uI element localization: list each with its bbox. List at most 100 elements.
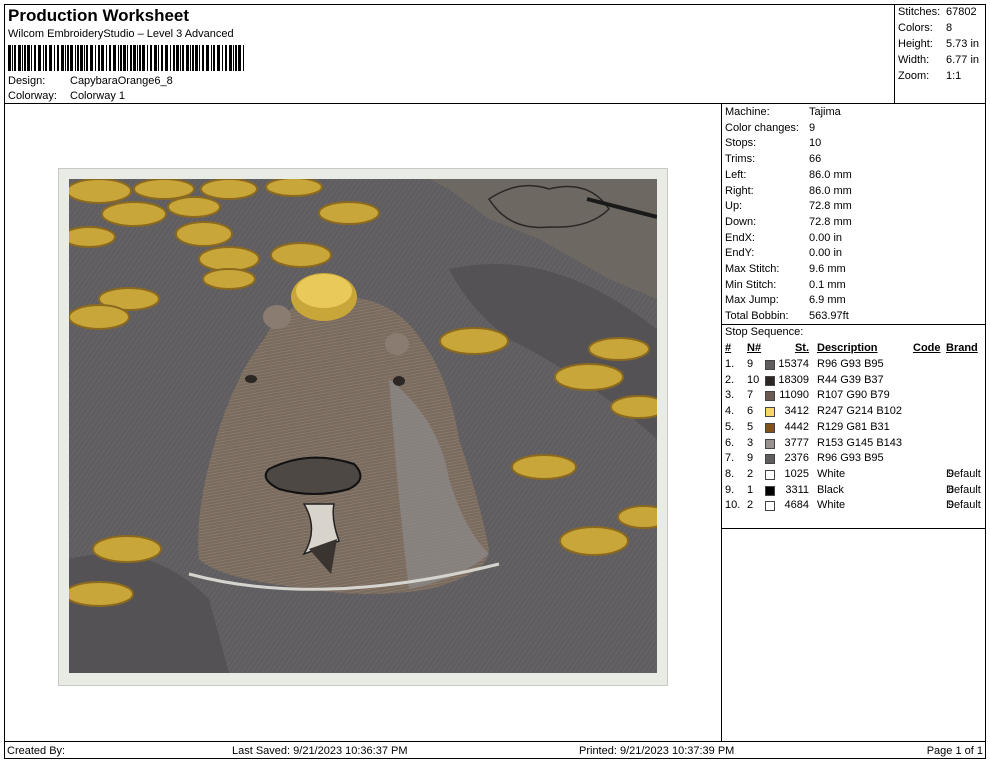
machine-info-label: Color changes: <box>725 121 799 134</box>
machine-info-row: Stops: 10 <box>725 137 821 149</box>
color-swatch <box>765 360 775 370</box>
design-value: CapybaraOrange6_8 <box>70 75 173 87</box>
machine-info-row: Min Stitch: 0.1 mm <box>725 279 846 291</box>
machine-info-row: Up: 72.8 mm <box>725 200 852 212</box>
stop-sequence-row: 2. 10 18309 R44 G39 B37 <box>722 374 986 390</box>
stop-description: R96 G93 B95 <box>817 452 884 465</box>
stop-sequence-header: # N# St. Description Code Brand <box>722 342 986 357</box>
machine-info-label: Right: <box>725 184 754 197</box>
machine-info-row: Color changes: 9 <box>725 122 815 134</box>
color-swatch <box>765 391 775 402</box>
created-by: Created By: <box>7 745 66 757</box>
stop-description: R44 G39 B37 <box>817 373 884 386</box>
summary-zoom: Zoom: 1:1 <box>898 70 961 82</box>
stop-needle: 5 <box>747 420 754 433</box>
machine-info-label: Max Jump: <box>725 294 779 307</box>
stop-stitches: 18309 <box>778 373 809 386</box>
worksheet-header: Production Worksheet Wilcom EmbroiderySt… <box>4 4 895 104</box>
colorway-row: Colorway: Colorway 1 <box>8 90 125 102</box>
stop-description: R153 G145 B143 <box>817 436 903 449</box>
machine-info-label: Max Stitch: <box>725 263 780 275</box>
stop-brand: Default <box>946 499 981 512</box>
stop-stitches: 1025 <box>784 467 809 480</box>
machine-info-row: Right: 86.0 mm <box>725 185 852 197</box>
stop-num: 5. <box>725 420 735 433</box>
stop-sequence-row: 7. 9 2376 R96 G93 B95 <box>722 452 986 468</box>
machine-info-label: Total Bobbin: <box>725 310 789 323</box>
divider <box>722 324 986 325</box>
summary-value: 8 <box>946 22 953 34</box>
stop-needle: 3 <box>747 436 754 449</box>
barcode-image <box>8 45 244 71</box>
stop-description: Black <box>817 483 844 496</box>
last-saved: Last Saved: 9/21/2023 10:36:37 PM <box>232 745 408 757</box>
stop-num: 6. <box>725 436 735 449</box>
stop-sequence-row: 5. 5 4442 R129 G81 B31 <box>722 421 986 437</box>
embroidery-hoop <box>58 168 668 686</box>
machine-info-value: 9.6 mm <box>809 263 846 275</box>
stop-stitches: 11090 <box>779 389 809 402</box>
machine-info-value: 0.00 in <box>809 247 843 260</box>
stop-description: R107 G90 B79 <box>817 389 890 402</box>
machine-info-row: EndX: 0.00 in <box>725 232 842 244</box>
machine-info-value: 0.00 in <box>809 231 843 244</box>
summary-stitches: Stitches: 67802 <box>898 6 977 18</box>
col-stitches: St. <box>794 342 809 354</box>
stop-num: 8. <box>725 467 735 480</box>
summary-panel: Stitches: 67802 Colors: 8 Height: 5.73 in W… <box>895 4 986 104</box>
summary-label: Height: <box>898 38 933 50</box>
stop-stitches: 3777 <box>784 436 809 449</box>
stop-stitches: 4442 <box>784 420 809 433</box>
stop-num: 9. <box>725 483 735 496</box>
stop-stitches: 15374 <box>778 358 809 370</box>
stop-num: 4. <box>725 405 735 418</box>
col-brand: Brand <box>946 342 978 354</box>
stop-needle: 2 <box>747 467 754 480</box>
stop-sequence-row: 1. 9 15374 R96 G93 B95 <box>722 358 986 374</box>
stop-sequence-row: 9. 1 3311 Black 8 Default <box>722 484 986 500</box>
machine-info-value: Tajima <box>809 106 841 118</box>
machine-info-value: 6.9 mm <box>809 294 846 307</box>
page-number: Page 1 of 1 <box>926 745 983 757</box>
machine-info-label: Down: <box>725 215 757 228</box>
machine-info-row: EndY: 0.00 in <box>725 247 842 259</box>
machine-info-row: Machine: Tajima <box>725 106 841 118</box>
machine-info-row: Left: 86.0 mm <box>725 169 852 181</box>
stop-num: 7. <box>725 452 735 465</box>
machine-info-label: Min Stitch: <box>725 278 777 291</box>
capybara-embroidery-image <box>69 179 657 673</box>
machine-info-value: 86.0 mm <box>809 184 852 197</box>
stop-sequence-title: Stop Sequence: <box>725 326 804 338</box>
stop-description: White <box>817 499 846 512</box>
machine-info-label: EndY: <box>725 247 755 260</box>
page-title: Production Worksheet <box>8 6 190 25</box>
machine-info-value: 66 <box>809 153 822 166</box>
stop-description: White <box>817 467 846 480</box>
machine-info-panel: Machine: Tajima Color changes: 9 Stops: 10 Tri… <box>722 104 986 741</box>
machine-info-row: Total Bobbin: 563.97ft <box>725 310 849 322</box>
stop-needle: 6 <box>747 405 754 418</box>
colorway-value: Colorway 1 <box>70 90 126 102</box>
color-swatch <box>765 501 775 512</box>
color-swatch <box>765 407 775 418</box>
worksheet-footer: Created By: Last Saved: 9/21/2023 10:36:… <box>4 741 986 759</box>
summary-height: Height: 5.73 in <box>898 38 979 50</box>
divider <box>722 528 986 529</box>
machine-info-value: 72.8 mm <box>809 200 852 213</box>
summary-value: 1:1 <box>946 70 962 82</box>
machine-info-value: 563.97ft <box>809 310 849 323</box>
stop-description: R129 G81 B31 <box>817 420 890 433</box>
stop-needle: 2 <box>747 499 754 512</box>
machine-info-row: Down: 72.8 mm <box>725 216 852 228</box>
stop-brand: Default <box>946 467 981 480</box>
col-num: # <box>725 342 732 354</box>
stop-stitches: 3412 <box>784 405 809 418</box>
stop-description: R247 G214 B102 <box>817 405 903 418</box>
machine-info-row: Max Stitch: 9.6 mm <box>725 263 846 275</box>
stop-brand: Default <box>946 483 981 496</box>
summary-value: 6.77 in <box>946 54 980 66</box>
color-swatch <box>765 485 775 496</box>
col-needle: N# <box>747 342 762 354</box>
machine-info-value: 72.8 mm <box>809 215 852 228</box>
stop-needle: 10 <box>747 373 760 386</box>
